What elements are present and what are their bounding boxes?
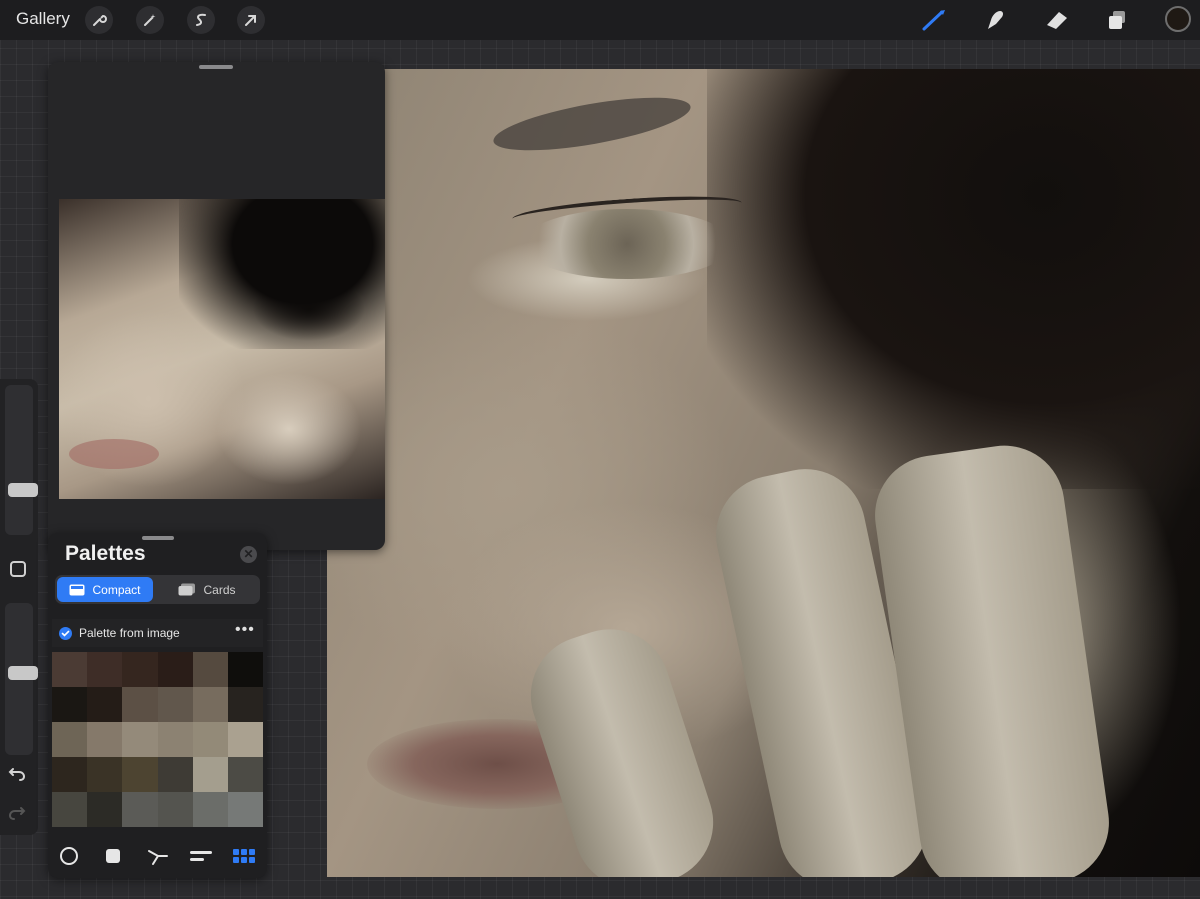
panel-grabber[interactable] [142,536,174,540]
color-swatch[interactable] [157,652,193,687]
color-swatch[interactable] [122,652,158,687]
top-toolbar: Gallery [0,0,1200,40]
color-swatch[interactable] [52,652,88,687]
color-swatch[interactable] [157,757,193,792]
reference-hair [179,199,385,349]
color-swatch[interactable] [122,687,158,722]
left-sidebar [0,379,38,835]
palette-name: Palette from image [79,626,180,640]
painted-eye [522,209,732,279]
color-swatch[interactable] [87,757,123,792]
color-swatch[interactable] [192,652,228,687]
color-swatch[interactable] [227,792,263,827]
selection-icon[interactable] [187,6,215,34]
swatch-grid [52,652,263,827]
reference-lips [69,439,159,469]
eraser-icon[interactable] [1042,6,1072,34]
painted-hair [707,69,1200,489]
palette-header-row[interactable]: Palette from image ••• [52,619,263,647]
harmony-icon[interactable] [145,843,171,869]
color-swatch[interactable] [192,687,228,722]
more-options-icon[interactable]: ••• [235,621,255,639]
color-swatch[interactable] [192,722,228,757]
brush-size-thumb[interactable] [8,483,38,497]
checkmark-icon[interactable] [59,627,72,640]
color-swatch[interactable] [52,792,88,827]
classic-color-icon[interactable] [100,843,126,869]
palettes-panel: Palettes ✕ Compact Cards Palette from im… [48,533,267,878]
color-swatch[interactable] [227,652,263,687]
cards-tab[interactable]: Cards [157,577,257,602]
color-swatch[interactable] [227,687,263,722]
cards-icon [178,583,196,596]
undo-icon[interactable] [8,766,26,787]
palette-view-switch: Compact Cards [55,575,260,604]
reference-panel[interactable] [48,62,385,550]
color-swatch[interactable] [192,792,228,827]
opacity-slider[interactable] [5,603,38,755]
color-swatch[interactable] [227,757,263,792]
color-swatch[interactable] [87,792,123,827]
palettes-title: Palettes [65,542,146,565]
color-swatch[interactable] [87,687,123,722]
color-swatch[interactable] [52,757,88,792]
disc-color-icon[interactable] [56,843,82,869]
value-icon[interactable] [188,843,214,869]
canvas-artwork[interactable] [327,69,1200,877]
palettes-grid-icon[interactable] [231,843,257,869]
reference-image [59,199,385,499]
painted-finger [515,613,729,877]
modify-button[interactable] [10,561,26,577]
color-swatch[interactable] [192,757,228,792]
color-swatch[interactable] [227,722,263,757]
color-swatch[interactable] [122,757,158,792]
compact-icon [69,584,85,595]
compact-label: Compact [92,582,141,597]
smudge-icon[interactable] [980,6,1010,34]
color-swatch[interactable] [157,792,193,827]
brush-size-slider[interactable] [5,385,38,535]
opacity-thumb[interactable] [8,666,38,680]
color-swatch[interactable] [52,722,88,757]
brush-icon[interactable] [919,6,949,34]
painted-eyebrow [490,86,694,162]
color-picker-button[interactable] [1165,6,1191,32]
wrench-icon[interactable] [85,6,113,34]
color-swatch[interactable] [122,722,158,757]
layers-icon[interactable] [1102,6,1132,34]
magic-wand-icon[interactable] [136,6,164,34]
redo-icon[interactable] [8,805,26,826]
compact-tab[interactable]: Compact [57,577,153,602]
color-mode-bar [48,835,267,875]
transform-arrow-icon[interactable] [237,6,265,34]
color-swatch[interactable] [52,687,88,722]
color-swatch[interactable] [87,722,123,757]
panel-grabber[interactable] [199,65,233,69]
color-swatch[interactable] [87,652,123,687]
gallery-button[interactable]: Gallery [16,9,70,29]
cards-label: Cards [203,582,236,597]
close-icon[interactable]: ✕ [240,546,257,563]
color-swatch[interactable] [157,722,193,757]
color-swatch[interactable] [157,687,193,722]
color-swatch[interactable] [122,792,158,827]
